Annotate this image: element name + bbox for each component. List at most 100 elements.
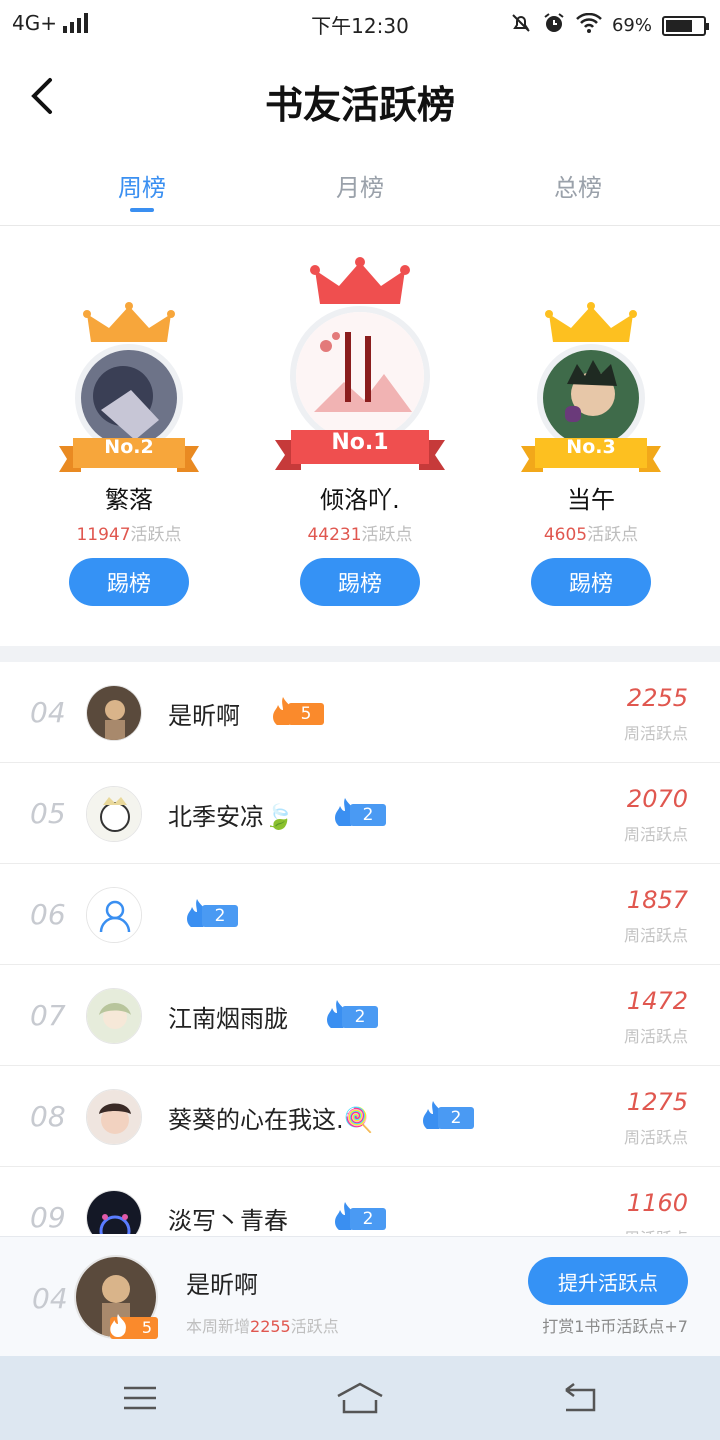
mute-icon [510, 12, 532, 39]
level-value: 2 [202, 905, 238, 927]
section-divider [0, 646, 720, 662]
user-name: 北季安凉🍃 [168, 803, 294, 831]
rank-number: 08 [30, 1100, 66, 1133]
tab-label: 周榜 [118, 174, 166, 202]
avatar[interactable] [86, 887, 142, 943]
crown-icon [83, 302, 175, 342]
rank-number: 04 [30, 696, 66, 729]
score-value: 1857 [626, 886, 688, 914]
level-value: 2 [342, 1006, 378, 1028]
avatar[interactable] [86, 786, 142, 842]
score-value: 44231 [307, 525, 362, 545]
level-value: 5 [288, 703, 324, 725]
level-badge: 2 [324, 1000, 378, 1028]
home-button[interactable] [336, 1380, 384, 1420]
avatar[interactable] [86, 685, 142, 741]
note-suffix: 活跃点 [290, 1317, 339, 1336]
crown-icon [545, 302, 637, 342]
score-value: 11947 [76, 525, 131, 545]
my-rank-bar: 04 5 是昕啊 本周新增2255活跃点 提升活跃点 打赏1书币活跃点+7 [0, 1236, 720, 1356]
note-prefix: 本周新增 [186, 1317, 251, 1336]
level-badge: 2 [332, 798, 386, 826]
battery-percent: 69% [611, 15, 652, 36]
menu-icon [124, 1386, 156, 1410]
level-badge: 2 [420, 1101, 474, 1129]
page-title: 书友活跃榜 [264, 83, 455, 127]
list-item[interactable]: 05 北季安凉🍃 2 2070 周活跃点 [0, 763, 720, 864]
score-value: 1160 [626, 1189, 688, 1217]
podium-second: No.2 繁落 11947活跃点 踢榜 [14, 226, 244, 646]
rank-number: 07 [30, 999, 66, 1032]
my-weekly-note: 本周新增2255活跃点 [186, 1313, 339, 1337]
score-value: 2255 [626, 684, 688, 712]
boost-activity-button[interactable]: 提升活跃点 [528, 1257, 688, 1305]
kick-button[interactable]: 踢榜 [300, 558, 420, 606]
list-item[interactable]: 09 淡写丶青春 2 1160 周活跃点 [0, 1167, 720, 1234]
alarm-icon [542, 11, 566, 40]
score-value: 1275 [626, 1088, 688, 1116]
user-name: 葵葵的心在我这.🍭 [168, 1106, 374, 1134]
avatar[interactable] [86, 1089, 142, 1145]
score-unit: 活跃点 [130, 525, 182, 545]
active-tab-indicator [130, 208, 154, 212]
tab-total[interactable]: 总榜 [518, 168, 638, 203]
tab-bar: 周榜 月榜 总榜 [0, 150, 720, 226]
top-nav: 书友活跃榜 [0, 48, 720, 148]
score-unit: 活跃点 [361, 525, 413, 545]
podium-third: No.3 当午 4605活跃点 踢榜 [476, 226, 706, 646]
user-name: 淡写丶青春 [168, 1207, 288, 1234]
wifi-icon [576, 12, 602, 38]
rank-label: No.1 [331, 430, 389, 455]
podium-name: 倾洛吖. [320, 486, 400, 514]
status-bar: 4G+ 下午12:30 69% [0, 0, 720, 48]
menu-button[interactable] [122, 1380, 158, 1420]
my-name: 是昕啊 [186, 1271, 258, 1299]
return-icon [565, 1383, 596, 1412]
my-level-badge: 5 [110, 1314, 158, 1339]
avatar[interactable] [86, 988, 142, 1044]
back-nav-button[interactable] [560, 1380, 600, 1420]
avatar[interactable] [86, 1190, 142, 1234]
podium-name: 繁落 [105, 486, 153, 514]
list-item[interactable]: 08 葵葵的心在我这.🍭 2 1275 周活跃点 [0, 1066, 720, 1167]
default-user-icon [87, 888, 141, 942]
level-value: 5 [141, 1318, 152, 1337]
reward-tip: 打赏1书币活跃点+7 [542, 1317, 688, 1336]
score-value: 1472 [626, 987, 688, 1015]
level-badge: 2 [184, 899, 238, 927]
podium-score: 4605活跃点 [476, 520, 706, 545]
score-unit: 周活跃点 [623, 1027, 688, 1046]
list-item[interactable]: 07 江南烟雨胧 2 1472 周活跃点 [0, 965, 720, 1066]
tab-monthly[interactable]: 月榜 [300, 168, 420, 203]
kick-button[interactable]: 踢榜 [531, 558, 651, 606]
score-unit: 周活跃点 [623, 724, 688, 743]
list-item[interactable]: 04 是昕啊 5 2255 周活跃点 [0, 662, 720, 763]
kick-button[interactable]: 踢榜 [69, 558, 189, 606]
flame-icon [110, 1314, 126, 1337]
podium-score: 44231活跃点 [245, 520, 475, 545]
user-name: 是昕啊 [168, 702, 240, 730]
score-value: 4605 [543, 525, 588, 545]
home-icon [337, 1382, 383, 1414]
note-value: 2255 [250, 1317, 291, 1336]
level-value: 2 [350, 1208, 386, 1230]
crown-icon [310, 257, 410, 304]
rank-label: No.2 [104, 436, 154, 458]
podium-score: 11947活跃点 [14, 520, 244, 545]
score-unit: 周活跃点 [623, 1128, 688, 1147]
list-item[interactable]: 06 2 1857 周活跃点 [0, 864, 720, 965]
score-unit: 活跃点 [587, 525, 639, 545]
battery-icon [662, 15, 709, 36]
level-value: 2 [438, 1107, 474, 1129]
rank-number: 06 [30, 898, 66, 931]
score-value: 2070 [626, 785, 688, 813]
rank-number: 09 [30, 1201, 66, 1234]
ranking-list: 04 是昕啊 5 2255 周活跃点 05 北季安凉🍃 2 2070 周活跃点 … [0, 662, 720, 1234]
score-unit: 周活跃点 [623, 926, 688, 945]
level-value: 2 [350, 804, 386, 826]
rank-number: 05 [30, 797, 66, 830]
score-unit: 周活跃点 [623, 825, 688, 844]
level-badge: 2 [332, 1202, 386, 1230]
user-name: 江南烟雨胧 [168, 1005, 288, 1033]
tab-weekly[interactable]: 周榜 [82, 168, 202, 212]
